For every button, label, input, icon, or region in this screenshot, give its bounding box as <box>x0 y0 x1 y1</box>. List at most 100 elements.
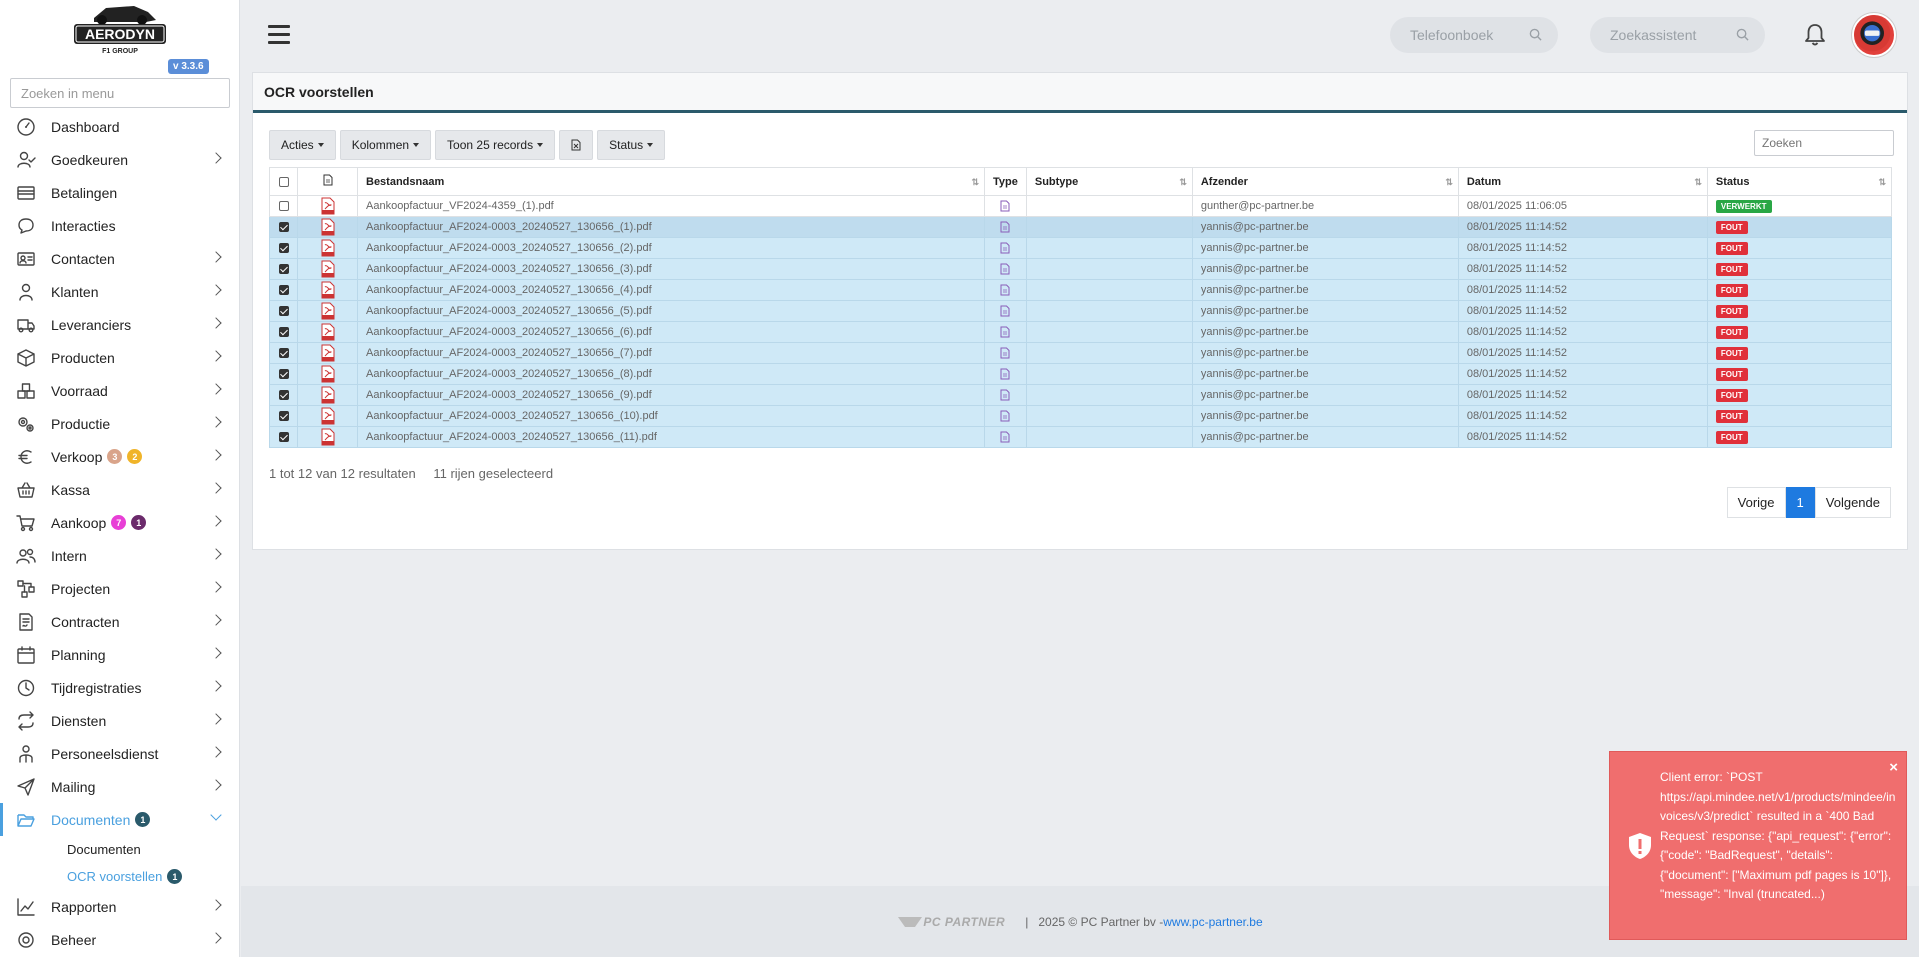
sidebar-item-mailing[interactable]: Mailing <box>0 770 239 803</box>
column-bestandsnaam[interactable]: Bestandsnaam ⇅ <box>357 167 985 196</box>
phonebook-search[interactable]: Telefoonboek <box>1390 17 1558 53</box>
table-row[interactable]: Aankoopfactuur_AF2024-0003_20240527_1306… <box>269 342 1893 364</box>
sidebar-item-verkoop[interactable]: Verkoop 3 2 <box>0 440 239 473</box>
row-checkbox[interactable] <box>278 369 289 380</box>
menu-search-input[interactable] <box>10 78 230 108</box>
prev-page-button[interactable]: Vorige <box>1726 487 1786 518</box>
basket-icon <box>16 480 36 500</box>
sidebar-item-documenten[interactable]: Documenten 1 <box>0 803 239 836</box>
sidebar-item-dashboard[interactable]: Dashboard <box>0 110 239 143</box>
table-search-input[interactable] <box>1754 130 1894 156</box>
status-dropdown[interactable]: Status <box>597 130 666 160</box>
sidebar-item-beheer[interactable]: Beheer <box>0 923 239 956</box>
file-thumbnail-cell[interactable] <box>297 426 358 448</box>
row-select-cell[interactable] <box>269 258 298 280</box>
sidebar-item-leveranciers[interactable]: Leveranciers <box>0 308 239 341</box>
sidebar-item-projecten[interactable]: Projecten <box>0 572 239 605</box>
sidebar-item-goedkeuren[interactable]: Goedkeuren <box>0 143 239 176</box>
file-thumbnail-cell[interactable] <box>297 342 358 364</box>
row-checkbox[interactable] <box>278 243 289 254</box>
sidebar-item-aankoop[interactable]: Aankoop 7 1 <box>0 506 239 539</box>
file-thumbnail-cell[interactable] <box>297 237 358 259</box>
user-avatar[interactable] <box>1852 13 1896 57</box>
footer-link[interactable]: www.pc-partner.be <box>1163 915 1262 929</box>
row-select-cell[interactable] <box>269 384 298 406</box>
row-checkbox[interactable] <box>278 432 289 443</box>
row-checkbox[interactable] <box>278 201 289 212</box>
row-checkbox[interactable] <box>278 348 289 359</box>
row-checkbox[interactable] <box>278 222 289 233</box>
row-select-cell[interactable] <box>269 216 298 238</box>
select-all-checkbox[interactable] <box>278 176 289 187</box>
sidebar-item-intern[interactable]: Intern <box>0 539 239 572</box>
sidebar-item-personeelsdienst[interactable]: Personeelsdienst <box>0 737 239 770</box>
row-select-cell[interactable] <box>269 342 298 364</box>
sidebar-item-interacties[interactable]: Interacties <box>0 209 239 242</box>
file-thumbnail-cell[interactable] <box>297 195 358 217</box>
row-select-cell[interactable] <box>269 321 298 343</box>
table-row[interactable]: Aankoopfactuur_AF2024-0003_20240527_1306… <box>269 426 1893 448</box>
file-thumbnail-cell[interactable] <box>297 279 358 301</box>
table-row[interactable]: Aankoopfactuur_VF2024-4359_(1).pdf gunthe… <box>269 195 1893 217</box>
sidebar-item-voorraad[interactable]: Voorraad <box>0 374 239 407</box>
row-select-cell[interactable] <box>269 279 298 301</box>
table-row[interactable]: Aankoopfactuur_AF2024-0003_20240527_1306… <box>269 279 1893 301</box>
sidebar-subitem-documenten[interactable]: Documenten <box>0 836 239 863</box>
file-thumbnail-cell[interactable] <box>297 405 358 427</box>
row-select-cell[interactable] <box>269 237 298 259</box>
row-select-cell[interactable] <box>269 195 298 217</box>
column-status[interactable]: Status ⇅ <box>1706 167 1893 196</box>
row-checkbox[interactable] <box>278 264 289 275</box>
next-page-button[interactable]: Volgende <box>1814 487 1891 518</box>
row-checkbox[interactable] <box>278 306 289 317</box>
table-row[interactable]: Aankoopfactuur_AF2024-0003_20240527_1306… <box>269 405 1893 427</box>
sidebar-item-contracten[interactable]: Contracten <box>0 605 239 638</box>
row-checkbox[interactable] <box>278 327 289 338</box>
sidebar-item-diensten[interactable]: Diensten <box>0 704 239 737</box>
page-size-dropdown[interactable]: Toon 25 records <box>435 130 556 160</box>
sidebar-item-planning[interactable]: Planning <box>0 638 239 671</box>
row-checkbox[interactable] <box>278 411 289 422</box>
sidebar-item-kassa[interactable]: Kassa <box>0 473 239 506</box>
notifications-bell-icon[interactable] <box>1804 23 1826 47</box>
file-thumbnail-cell[interactable] <box>297 321 358 343</box>
table-row[interactable]: Aankoopfactuur_AF2024-0003_20240527_1306… <box>269 363 1893 385</box>
file-thumbnail-cell[interactable] <box>297 258 358 280</box>
sidebar-item-productie[interactable]: Productie <box>0 407 239 440</box>
export-excel-button[interactable] <box>559 130 594 160</box>
table-row[interactable]: Aankoopfactuur_AF2024-0003_20240527_1306… <box>269 258 1893 280</box>
file-thumbnail-cell[interactable] <box>297 363 358 385</box>
file-thumbnail-cell[interactable] <box>297 384 358 406</box>
actions-dropdown[interactable]: Acties <box>269 130 336 160</box>
column-subtype[interactable]: Subtype ⇅ <box>1025 167 1193 196</box>
column-afzender[interactable]: Afzender ⇅ <box>1191 167 1459 196</box>
sidebar-subitem-ocr-voorstellen[interactable]: OCR voorstellen 1 <box>0 863 239 890</box>
table-row[interactable]: Aankoopfactuur_AF2024-0003_20240527_1306… <box>269 321 1893 343</box>
row-checkbox[interactable] <box>278 390 289 401</box>
sidebar-item-tijdregistraties[interactable]: Tijdregistraties <box>0 671 239 704</box>
sidebar-item-klanten[interactable]: Klanten <box>0 275 239 308</box>
sidebar-item-producten[interactable]: Producten <box>0 341 239 374</box>
select-all-header[interactable] <box>269 167 298 196</box>
column-datum[interactable]: Datum ⇅ <box>1457 167 1708 196</box>
row-checkbox[interactable] <box>278 285 289 296</box>
hamburger-menu-button[interactable] <box>268 25 290 45</box>
app-logo[interactable]: AERODYN F1 GROUP <box>72 2 168 56</box>
file-thumbnail-cell[interactable] <box>297 300 358 322</box>
columns-dropdown[interactable]: Kolommen <box>339 130 432 160</box>
row-select-cell[interactable] <box>269 405 298 427</box>
search-assistant[interactable]: Zoekassistent <box>1590 17 1765 53</box>
status-badge: FOUT <box>1715 346 1748 360</box>
page-1-button[interactable]: 1 <box>1785 487 1815 518</box>
table-row[interactable]: Aankoopfactuur_AF2024-0003_20240527_1306… <box>269 216 1893 238</box>
table-row[interactable]: Aankoopfactuur_AF2024-0003_20240527_1306… <box>269 300 1893 322</box>
row-select-cell[interactable] <box>269 300 298 322</box>
sidebar-item-rapporten[interactable]: Rapporten <box>0 890 239 923</box>
sidebar-item-contacten[interactable]: Contacten <box>0 242 239 275</box>
table-row[interactable]: Aankoopfactuur_AF2024-0003_20240527_1306… <box>269 237 1893 259</box>
row-select-cell[interactable] <box>269 426 298 448</box>
table-row[interactable]: Aankoopfactuur_AF2024-0003_20240527_1306… <box>269 384 1893 406</box>
row-select-cell[interactable] <box>269 363 298 385</box>
sidebar-item-betalingen[interactable]: Betalingen <box>0 176 239 209</box>
file-thumbnail-cell[interactable] <box>297 216 358 238</box>
